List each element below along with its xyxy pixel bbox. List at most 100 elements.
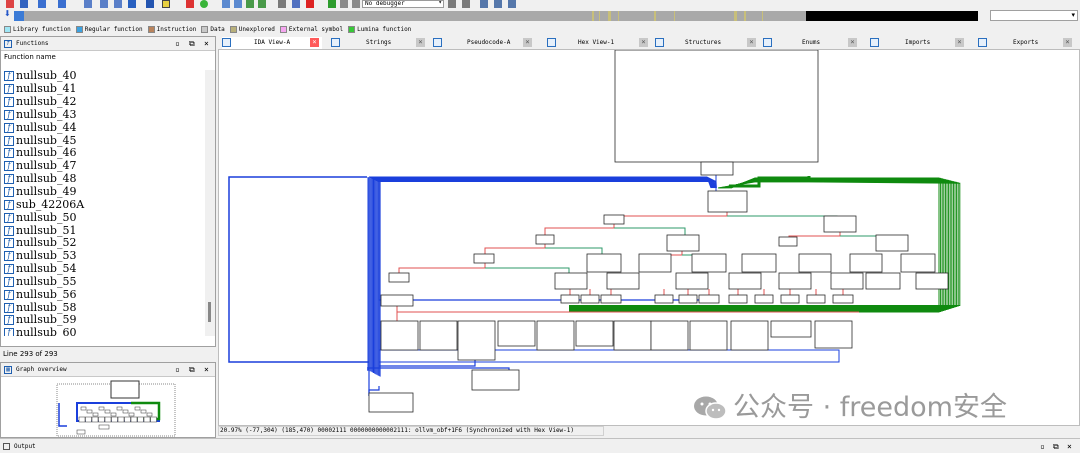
tab-ida-view-a[interactable]: IDA View-A × [222, 37, 322, 49]
tab-close-icon[interactable]: × [955, 38, 964, 47]
navigation-band[interactable] [14, 11, 978, 21]
function-list-item[interactable]: f nullsub_50 [1, 211, 207, 224]
navigation-select[interactable]: ▾ [990, 10, 1078, 21]
tab-close-icon[interactable]: × [639, 38, 648, 47]
restore-icon[interactable]: ▫ [1040, 442, 1045, 451]
function-list-item[interactable]: f nullsub_49 [1, 186, 207, 199]
tab-hex-view-1[interactable]: Hex View-1 × [547, 37, 652, 49]
function-list-item[interactable]: f nullsub_47 [1, 160, 207, 173]
basic-block [614, 50, 819, 163]
pin-icon[interactable] [278, 0, 286, 8]
function-list-item[interactable]: f nullsub_53 [1, 250, 207, 263]
tab-structures[interactable]: Structures × [655, 37, 761, 49]
function-list-item[interactable]: f nullsub_52 [1, 237, 207, 250]
chevron-down-icon: ▾ [1071, 11, 1075, 19]
function-name-header[interactable]: Function name [1, 51, 215, 64]
function-list-item[interactable]: f nullsub_42 [1, 96, 207, 109]
pause-icon[interactable] [340, 0, 348, 8]
tab-pseudocode-a[interactable]: Pseudocode-A × [433, 37, 543, 49]
tab-imports[interactable]: Imports × [870, 37, 970, 49]
function-list-item[interactable]: f nullsub_54 [1, 263, 207, 276]
step-icon[interactable] [100, 0, 108, 8]
play-icon[interactable] [328, 0, 336, 8]
function-list-item[interactable]: f nullsub_44 [1, 121, 207, 134]
legend-label: External symbol [288, 25, 344, 33]
function-list-item[interactable]: f nullsub_46 [1, 147, 207, 160]
step-icon[interactable] [128, 0, 136, 8]
float-icon[interactable]: ⧉ [1053, 442, 1059, 451]
function-list-item[interactable]: f nullsub_48 [1, 173, 207, 186]
tab-label: Strings [366, 39, 392, 46]
ida-graph-view[interactable] [218, 49, 1080, 426]
legend-item: Library function [4, 25, 71, 33]
function-list-item[interactable]: f nullsub_60 [1, 327, 207, 336]
restore-icon[interactable]: ▫ [175, 39, 180, 48]
function-list-item[interactable]: f sub_42206A [1, 198, 207, 211]
save-icon[interactable] [6, 0, 14, 8]
nav-band-unexplored-segment [744, 11, 746, 21]
nav-band-unexplored-segment [592, 11, 594, 21]
tab-exports[interactable]: Exports × [978, 37, 1078, 49]
function-list-item[interactable]: f nullsub_55 [1, 275, 207, 289]
basic-block [580, 294, 600, 304]
forward-icon[interactable] [58, 0, 66, 8]
close-icon[interactable]: × [204, 365, 209, 374]
close-icon[interactable]: × [1067, 442, 1072, 451]
function-list-item[interactable]: f nullsub_58 [1, 301, 207, 314]
debugger-select[interactable]: No debugger ▾ [362, 0, 444, 8]
function-list-item[interactable]: f nullsub_40 [1, 70, 207, 83]
back-icon[interactable] [38, 0, 46, 8]
float-icon[interactable]: ⧉ [189, 365, 195, 374]
graph-icon[interactable] [292, 0, 300, 8]
stop-square-icon[interactable] [352, 0, 360, 8]
control-flow-graph[interactable] [219, 50, 1080, 426]
float-icon[interactable]: ⧉ [189, 39, 195, 48]
restore-icon[interactable]: ▫ [175, 365, 180, 374]
basic-block [388, 272, 410, 283]
stack-icon[interactable] [222, 0, 230, 8]
tab-enums[interactable]: Enums × [763, 37, 863, 49]
list-icon[interactable] [480, 0, 488, 8]
jump-icon[interactable] [84, 0, 92, 8]
chart-icon[interactable] [258, 0, 266, 8]
window-icon[interactable] [508, 0, 516, 8]
basic-block [536, 320, 575, 351]
tab-close-icon[interactable]: × [523, 38, 532, 47]
tab-close-icon[interactable]: × [310, 38, 319, 47]
function-list-item[interactable]: f nullsub_59 [1, 314, 207, 327]
legend-item: Instruction [147, 25, 196, 33]
output-icon [3, 442, 10, 450]
tab-close-icon[interactable]: × [848, 38, 857, 47]
edge-false [544, 224, 615, 236]
cross-icon[interactable] [306, 0, 314, 8]
tab-close-icon[interactable]: × [416, 38, 425, 47]
save-icon[interactable] [20, 0, 28, 8]
detach-icon[interactable] [462, 0, 470, 8]
tab-close-icon[interactable]: × [747, 38, 756, 47]
tab-close-icon[interactable]: × [1063, 38, 1072, 47]
list-icon[interactable] [494, 0, 502, 8]
scrollbar-thumb[interactable] [208, 302, 211, 322]
green-circle-icon[interactable] [200, 0, 208, 8]
legend-label: Regular function [84, 25, 143, 33]
function-list-item[interactable]: f nullsub_45 [1, 134, 207, 147]
function-list-item[interactable]: f nullsub_41 [1, 83, 207, 96]
chart-icon[interactable] [246, 0, 254, 8]
stop-icon[interactable] [186, 0, 194, 8]
tab-strings[interactable]: Strings × [331, 37, 431, 49]
attach-icon[interactable] [448, 0, 456, 8]
function-list-item[interactable]: f nullsub_43 [1, 108, 207, 122]
close-icon[interactable]: × [204, 39, 209, 48]
graph-overview-canvas[interactable] [1, 377, 215, 437]
function-name: nullsub_58 [16, 300, 77, 314]
function-list-item[interactable]: f nullsub_56 [1, 288, 207, 301]
step-icon[interactable] [114, 0, 122, 8]
graph-icon[interactable] [234, 0, 242, 8]
basic-block [814, 320, 853, 349]
function-list-item[interactable]: f nullsub_51 [1, 224, 207, 237]
overview-block [134, 406, 141, 411]
text-icon[interactable] [162, 0, 170, 8]
tab-label: Exports [1013, 39, 1039, 46]
download-icon[interactable] [146, 0, 154, 8]
functions-scrollbar[interactable] [205, 70, 215, 336]
